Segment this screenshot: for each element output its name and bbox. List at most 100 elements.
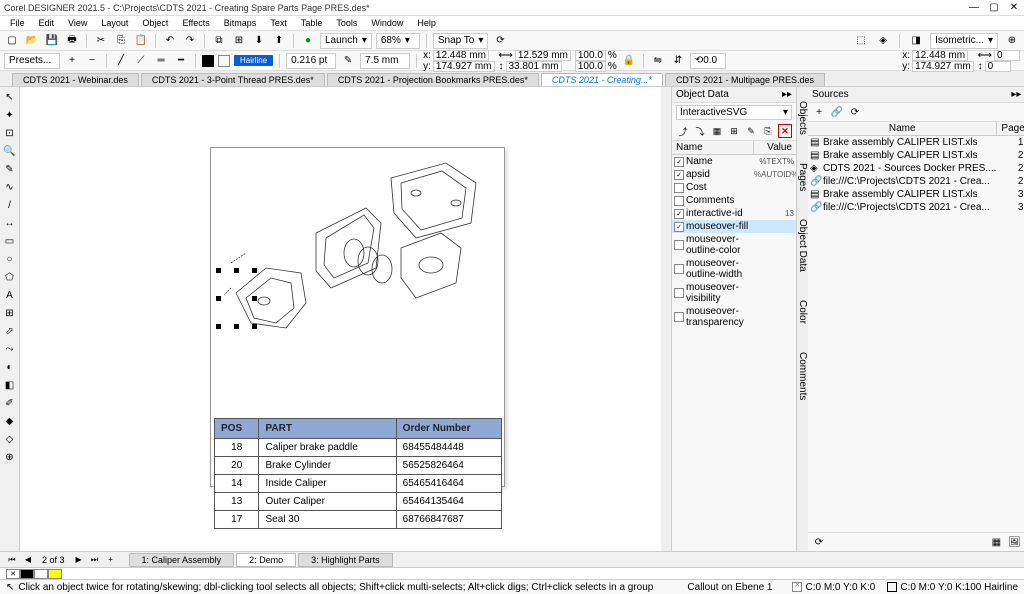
import-icon[interactable]: ⬇: [251, 33, 267, 49]
source-row[interactable]: ▤Brake assembly CALIPER LIST.xls1: [808, 136, 1024, 149]
objdata-row[interactable]: ✓interactive-id13: [672, 207, 796, 220]
projected-icon[interactable]: ◨: [908, 33, 924, 49]
checkbox-icon[interactable]: [674, 288, 684, 298]
checkbox-icon[interactable]: [674, 264, 684, 274]
menu-tools[interactable]: Tools: [330, 18, 363, 28]
shape-tool-icon[interactable]: ✦: [2, 107, 18, 123]
first-page-icon[interactable]: ⏮: [6, 555, 18, 565]
src-apply-icon[interactable]: ▦: [989, 535, 1003, 549]
last-page-icon[interactable]: ⏭: [89, 555, 101, 565]
export-icon[interactable]: ⬆: [271, 33, 287, 49]
flip-h-icon[interactable]: ⇋: [650, 53, 666, 69]
objdata-row[interactable]: Cost: [672, 181, 796, 194]
page-tab[interactable]: 1: Caliper Assembly: [129, 553, 235, 567]
selection-handles[interactable]: [216, 268, 256, 328]
menu-effects[interactable]: Effects: [176, 18, 215, 28]
projection-dropdown[interactable]: Isometric...▾: [930, 33, 998, 49]
doc-tab[interactable]: CDTS 2021 - Multipage PRES.des: [665, 73, 825, 86]
menu-help[interactable]: Help: [411, 18, 442, 28]
source-row[interactable]: 🔗file:///C:\Projects\CDTS 2021 - Crea...…: [808, 201, 1024, 214]
objdata-row[interactable]: mouseover-outline-width: [672, 257, 796, 281]
objdata-selection[interactable]: InteractiveSVG▾: [676, 105, 792, 120]
zoom-dropdown[interactable]: 68%▾: [376, 33, 420, 49]
lock-ratio-icon[interactable]: 🔒: [621, 53, 637, 69]
new-icon[interactable]: ▢: [4, 33, 20, 49]
no-color-swatch[interactable]: ✕: [6, 569, 20, 579]
checkbox-icon[interactable]: [674, 183, 684, 193]
source-row[interactable]: 🔗file:///C:\Projects\CDTS 2021 - Crea...…: [808, 175, 1024, 188]
maximize-button[interactable]: ▢: [988, 2, 1000, 13]
3d-alt-icon[interactable]: ◈: [875, 33, 891, 49]
close-button[interactable]: ✕: [1008, 2, 1020, 13]
doc-tab[interactable]: CDTS 2021 - Webinar.des: [12, 73, 139, 86]
docker-close-icon[interactable]: ▸▸: [1011, 89, 1021, 100]
zoom-tool-icon[interactable]: 🔍: [2, 143, 18, 159]
checkbox-icon[interactable]: ✓: [674, 209, 684, 219]
connector-tool-icon[interactable]: ⤳: [2, 341, 18, 357]
line-style1-icon[interactable]: ╱: [113, 53, 129, 69]
add-tool-icon[interactable]: ⊕: [2, 449, 18, 465]
objdata-row[interactable]: Comments: [672, 194, 796, 207]
docker-tab[interactable]: Color: [797, 296, 808, 328]
link-source-icon[interactable]: 🔗: [830, 105, 844, 119]
add-page-icon[interactable]: +: [105, 555, 117, 564]
link-icon[interactable]: ⧉: [211, 33, 227, 49]
prev-page-icon[interactable]: ◀: [22, 555, 34, 564]
redo-icon[interactable]: ↷: [182, 33, 198, 49]
page-tab[interactable]: 3: Highlight Parts: [298, 553, 393, 567]
curve-tool-icon[interactable]: ∿: [2, 179, 18, 195]
docker-tab[interactable]: Object Data: [797, 215, 808, 276]
launch-dropdown[interactable]: Launch▾: [320, 33, 372, 49]
page-tab[interactable]: 2: Demo: [236, 553, 296, 567]
table-icon[interactable]: ⊞: [231, 33, 247, 49]
effects-tool-icon[interactable]: ◐: [2, 359, 18, 375]
add-preset-icon[interactable]: +: [64, 53, 80, 69]
outline-width[interactable]: 0.216 pt: [286, 53, 336, 69]
menu-view[interactable]: View: [62, 18, 93, 28]
minimize-button[interactable]: —: [968, 2, 980, 13]
line-style3-icon[interactable]: ═: [153, 53, 169, 69]
menu-object[interactable]: Object: [136, 18, 174, 28]
doc-tab[interactable]: CDTS 2021 - Creating...*: [541, 73, 663, 86]
refresh-source-icon[interactable]: ⟳: [848, 105, 862, 119]
color-swatch-white[interactable]: [34, 569, 48, 579]
clear-data-icon[interactable]: ✕: [778, 124, 792, 138]
paste-icon[interactable]: 📋: [133, 33, 149, 49]
docker-tab[interactable]: Objects: [797, 97, 808, 139]
publish-icon[interactable]: ●: [300, 33, 316, 49]
line-style4-icon[interactable]: ━: [173, 53, 189, 69]
source-row[interactable]: ▤Brake assembly CALIPER LIST.xls3: [808, 188, 1024, 201]
menu-text[interactable]: Text: [264, 18, 293, 28]
copy-data-icon[interactable]: ⎘: [761, 124, 775, 138]
objdata-row[interactable]: mouseover-visibility: [672, 281, 796, 305]
source-row[interactable]: ▤Brake assembly CALIPER LIST.xls2: [808, 149, 1024, 162]
calendar-icon[interactable]: ▦: [710, 124, 724, 138]
objdata-row[interactable]: ✓Name%TEXT%: [672, 155, 796, 168]
pick-tool-icon[interactable]: ↖: [2, 89, 18, 105]
callout-tool-icon[interactable]: ⬀: [2, 323, 18, 339]
polygon-tool-icon[interactable]: ⬠: [2, 269, 18, 285]
objdata-row[interactable]: mouseover-outline-color: [672, 233, 796, 257]
refresh-icon[interactable]: ⟳: [492, 33, 508, 49]
fill-black-icon[interactable]: [202, 55, 214, 67]
docker-tab[interactable]: Comments: [797, 348, 808, 404]
rect-tool-icon[interactable]: ▭: [2, 233, 18, 249]
presets-dropdown[interactable]: Presets...: [4, 53, 60, 69]
color-swatch-yellow[interactable]: [48, 569, 62, 579]
add-source-icon[interactable]: +: [812, 105, 826, 119]
doc-tab[interactable]: CDTS 2021 - Projection Bookmarks PRES.de…: [327, 73, 539, 86]
3d-icon[interactable]: ⬚: [853, 33, 869, 49]
drawing-canvas[interactable]: POSPARTOrder Number 18Caliper brake padd…: [20, 87, 672, 551]
crop-tool-icon[interactable]: ⊡: [2, 125, 18, 141]
axes-icon[interactable]: ⊕: [1004, 33, 1020, 49]
checkbox-icon[interactable]: [674, 312, 684, 322]
transparency-tool-icon[interactable]: ◧: [2, 377, 18, 393]
checkbox-icon[interactable]: ✓: [674, 157, 684, 167]
linear-tool-icon[interactable]: /: [2, 197, 18, 213]
checkbox-icon[interactable]: [674, 240, 684, 250]
dim-tool-icon[interactable]: ↔: [2, 215, 18, 231]
checkbox-icon[interactable]: ✓: [674, 170, 684, 180]
copy-icon[interactable]: ⎘: [113, 33, 129, 49]
table-tool-icon[interactable]: ⊞: [2, 305, 18, 321]
menu-table[interactable]: Table: [295, 18, 329, 28]
